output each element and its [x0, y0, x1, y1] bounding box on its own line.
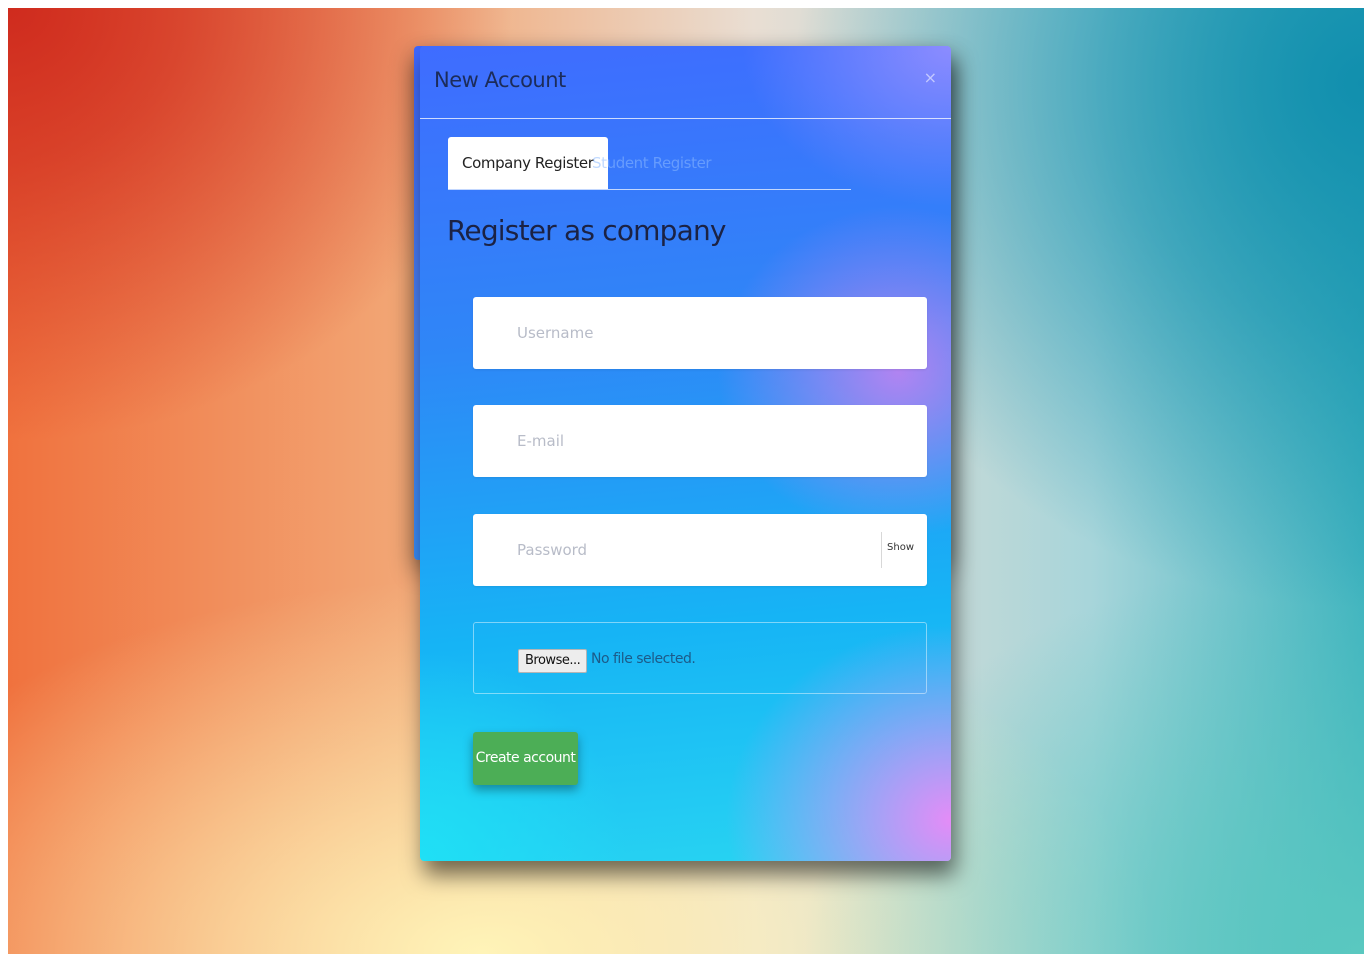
email-field-wrapper: [473, 405, 927, 477]
modal-title: New Account: [434, 68, 566, 92]
show-password-button[interactable]: Show: [887, 542, 914, 553]
modal-header: New Account ×: [420, 46, 951, 119]
new-account-modal: New Account × Company Register Student R…: [420, 46, 951, 861]
password-field-wrapper: Show: [473, 514, 927, 586]
browse-button[interactable]: Browse...: [518, 649, 588, 673]
password-input[interactable]: [473, 514, 927, 586]
email-input[interactable]: [473, 405, 927, 477]
close-icon[interactable]: ×: [924, 68, 937, 87]
register-tabs: Company Register Student Register: [448, 137, 851, 190]
show-divider: [881, 532, 882, 568]
file-upload-field: Browse... No file selected.: [473, 622, 927, 694]
tab-student-register[interactable]: Student Register: [578, 137, 725, 189]
username-input[interactable]: [473, 297, 927, 369]
create-account-button[interactable]: Create account: [473, 732, 578, 785]
file-status: No file selected.: [591, 651, 696, 667]
username-field-wrapper: [473, 297, 927, 369]
form-heading: Register as company: [447, 214, 726, 247]
